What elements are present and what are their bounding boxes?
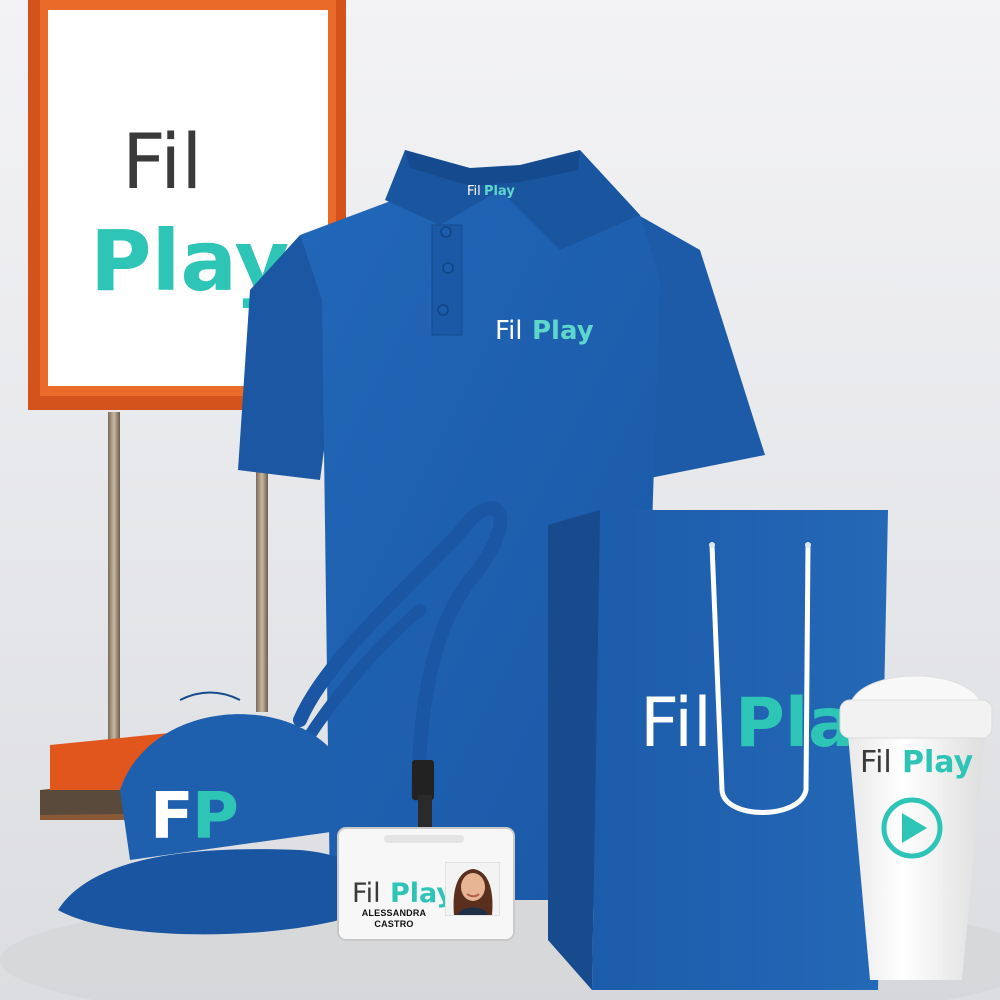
chest-logo-play: Play <box>532 316 594 346</box>
badge-name-line-2: CASTRO <box>374 919 414 929</box>
cap-monogram-p: P <box>192 780 239 854</box>
collar-tag-fil: Fil <box>467 184 481 199</box>
chest-logo-fil: Fil <box>495 316 523 346</box>
branding-mockup-scene: Fil Play Fil Play Fil Play F P Fil Play … <box>0 0 1000 1000</box>
cup-logo-fil: Fil <box>860 745 892 780</box>
badge-logo-fil: Fil <box>352 878 381 909</box>
badge-photo <box>445 862 500 916</box>
badge-name: ALESSANDRA CASTRO <box>346 908 442 930</box>
sign-pole-left <box>108 412 120 752</box>
mockup-illustration: Fil Play Fil Play Fil Play F P Fil Play … <box>0 0 1000 1000</box>
cup-logo-play: Play <box>902 745 974 780</box>
collar-tag-play: Play <box>484 184 515 199</box>
shopping-bag: Fil Play <box>548 510 896 990</box>
cap-monogram-f: F <box>150 780 194 854</box>
sign-line-1: Fil <box>122 117 202 206</box>
badge-name-line-1: ALESSANDRA <box>361 908 427 918</box>
bag-logo-fil: Fil <box>640 684 712 763</box>
